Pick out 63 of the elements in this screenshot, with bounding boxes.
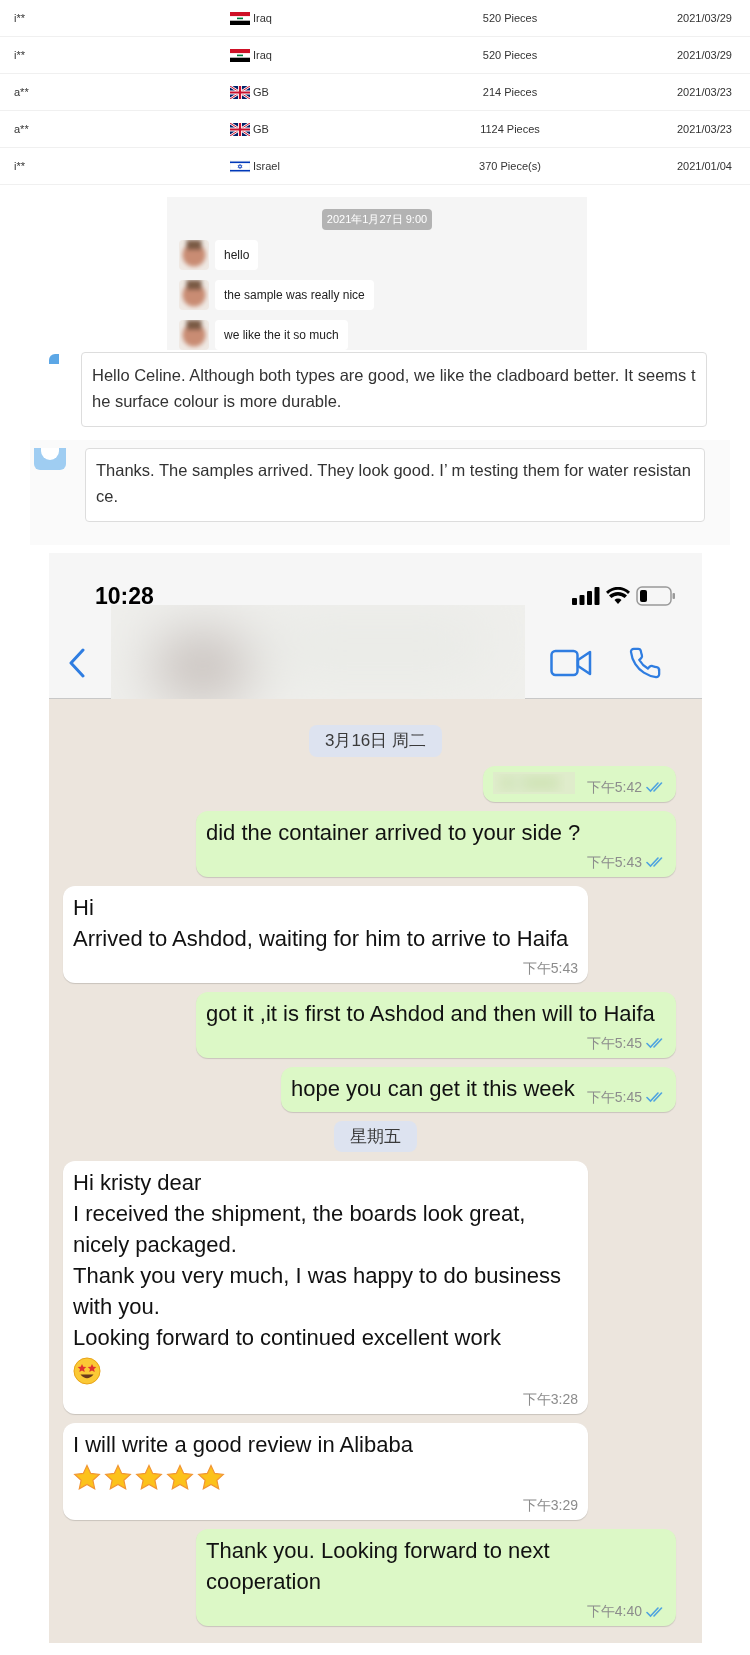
avatar-icon xyxy=(34,448,66,470)
table-cell-text: 214 Pieces xyxy=(481,84,539,100)
timestamp: 2021年1月27日 9:00 xyxy=(321,209,433,230)
message-time: 下午5:43 xyxy=(522,958,578,978)
message-time: 下午5:42 xyxy=(586,777,642,797)
phone-icon[interactable] xyxy=(628,645,662,680)
table-cell-text: 2021/03/23 xyxy=(675,84,733,100)
table-cell-text: GB xyxy=(253,121,269,137)
flag-icon xyxy=(230,48,250,62)
star-struck-emoji-icon xyxy=(73,1357,101,1385)
back-icon[interactable] xyxy=(69,647,85,678)
star-icon xyxy=(73,1464,101,1491)
avatar-icon xyxy=(49,354,59,364)
message-time: 下午5:43 xyxy=(586,852,642,872)
flag-icon xyxy=(230,85,250,99)
table-cell-text: GB xyxy=(253,84,269,100)
table-cell-text: 2021/01/04 xyxy=(675,158,733,174)
message-text: got it ,it is first to Ashdod and then will to Haifa xyxy=(206,999,655,1028)
message-text: did the container arrived to your side ? xyxy=(206,818,581,847)
table-cell-text: Iraq xyxy=(253,10,272,26)
table-cell-text: 1124 Pieces xyxy=(479,121,541,137)
flag-icon xyxy=(230,122,250,136)
video-call-icon[interactable] xyxy=(550,648,592,677)
table-cell-text: Iraq xyxy=(253,47,272,63)
message-text: the sample was really nice xyxy=(215,279,374,310)
flag-icon xyxy=(230,11,250,25)
message-time: 下午3:29 xyxy=(522,1496,578,1515)
table-cell-text: 520 Pieces xyxy=(481,10,539,26)
table-cell-text: 370 Piece(s) xyxy=(478,158,542,174)
message-time: 下午4:40 xyxy=(586,1602,642,1621)
table-cell-text: i** xyxy=(13,158,26,174)
table-cell-text: Israel xyxy=(253,158,280,174)
message-time: 下午5:45 xyxy=(586,1033,642,1053)
star-icon xyxy=(135,1464,163,1491)
comment-bubble: Hello Celine. Although both types are good, we like the cladboard better. It seems the surface colour is more durable. xyxy=(81,352,707,427)
message-text: we like the it so much xyxy=(215,319,348,350)
battery-icon xyxy=(636,586,676,607)
star-icon xyxy=(166,1464,194,1491)
table-cell-text: i** xyxy=(13,47,26,63)
table-cell-text: 2021/03/29 xyxy=(675,47,733,63)
date-chip: 星期五 xyxy=(334,1120,417,1152)
signal-icon xyxy=(572,587,600,606)
wifi-icon xyxy=(606,587,630,606)
message-time: 下午3:28 xyxy=(522,1390,578,1409)
message-text: I will write a good review in Alibaba xyxy=(73,1431,413,1459)
table-cell-text: a** xyxy=(13,121,30,137)
message-text: Thank you. Looking forward to next cooperation xyxy=(206,1537,551,1596)
table-cell-text: 520 Pieces xyxy=(481,47,539,63)
message-text: hope you can get it this week xyxy=(291,1074,575,1103)
status-time: 10:28 xyxy=(95,582,154,611)
message-text: Hi Arrived to Ashdod, waiting for him to arrive to Haifa xyxy=(73,893,569,953)
table-cell-text: a** xyxy=(13,84,30,100)
message-text: Hi kristy dear I received the shipment, the boards look great, nicely packaged. Thank you very much, I was happy to do business with you. Looking forward to continued excellent work xyxy=(73,1169,562,1352)
table-cell-text: 2021/03/23 xyxy=(675,121,733,137)
message-time: 下午5:45 xyxy=(586,1087,642,1107)
star-icon xyxy=(197,1464,225,1491)
date-chip: 3月16日 周二 xyxy=(308,725,443,757)
table-cell-text: i** xyxy=(13,10,26,26)
star-icon xyxy=(104,1464,132,1491)
comment-bubble: Thanks. The samples arrived. They look good. I’ m testing them for water resistance. xyxy=(85,448,705,522)
message-text: hello xyxy=(215,239,259,270)
flag-icon xyxy=(230,159,250,173)
table-cell-text: 2021/03/29 xyxy=(675,10,733,26)
